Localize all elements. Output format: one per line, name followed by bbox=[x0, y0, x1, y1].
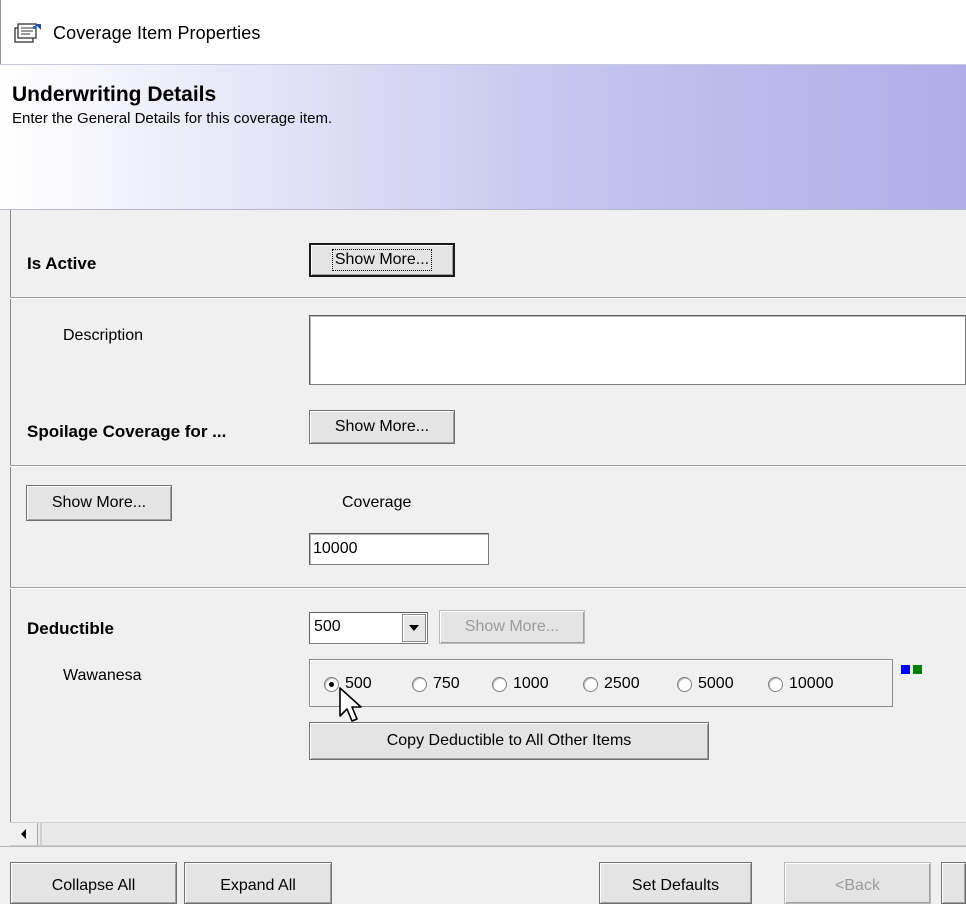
blue-marker bbox=[901, 665, 910, 674]
window-title: Coverage Item Properties bbox=[53, 23, 261, 43]
set-defaults-button[interactable]: Set Defaults bbox=[599, 862, 752, 904]
back-button[interactable]: <Back bbox=[784, 862, 931, 904]
is-active-show-more-button[interactable]: Show More... bbox=[309, 243, 455, 277]
radio-label: 1000 bbox=[513, 675, 549, 692]
button-label: Show More... bbox=[334, 418, 430, 435]
expand-all-button[interactable]: Expand All bbox=[184, 862, 332, 904]
radio-button[interactable] bbox=[677, 676, 692, 692]
button-label: Set Defaults bbox=[631, 877, 720, 894]
description-label: Description bbox=[63, 327, 144, 344]
coverage-label: Coverage bbox=[342, 494, 412, 511]
green-marker bbox=[913, 665, 922, 674]
footer-bar: Collapse All Expand All Set Defaults <Ba… bbox=[0, 846, 966, 904]
separator bbox=[10, 297, 966, 299]
radio-button[interactable] bbox=[324, 676, 339, 692]
description-field[interactable] bbox=[309, 315, 966, 385]
coverage-input[interactable]: 10000 bbox=[309, 533, 489, 565]
carrier-label: Wawanesa bbox=[63, 667, 142, 684]
page-subtitle: Enter the General Details for this cover… bbox=[12, 110, 333, 127]
deductible-selected-value: 500 bbox=[314, 618, 341, 635]
radio-option-500[interactable]: 500 bbox=[324, 675, 372, 693]
button-label: Collapse All bbox=[51, 877, 136, 894]
radio-label: 2500 bbox=[604, 675, 640, 692]
button-label: Show More... bbox=[464, 618, 560, 635]
is-active-label: Is Active bbox=[27, 254, 97, 273]
radio-option-2500[interactable]: 2500 bbox=[583, 675, 640, 693]
button-label: Copy Deductible to All Other Items bbox=[386, 732, 632, 749]
horizontal-scrollbar[interactable] bbox=[10, 822, 966, 846]
radio-option-750[interactable]: 750 bbox=[412, 675, 460, 693]
deductible-show-more-button[interactable]: Show More... bbox=[439, 610, 585, 644]
copy-deductible-button[interactable]: Copy Deductible to All Other Items bbox=[309, 722, 709, 760]
radio-option-10000[interactable]: 10000 bbox=[768, 675, 834, 693]
separator bbox=[10, 587, 966, 589]
button-label: <Back bbox=[835, 877, 880, 894]
arrow-left-icon bbox=[20, 829, 26, 839]
radio-option-1000[interactable]: 1000 bbox=[492, 675, 549, 693]
deductible-label: Deductible bbox=[27, 619, 114, 638]
button-label: Expand All bbox=[220, 877, 296, 894]
header-banner: Underwriting Details Enter the General D… bbox=[0, 64, 966, 210]
spoilage-show-more-button[interactable]: Show More... bbox=[309, 410, 455, 444]
left-margin bbox=[0, 210, 10, 822]
radio-label: 500 bbox=[345, 675, 372, 692]
radio-option-5000[interactable]: 5000 bbox=[677, 675, 734, 693]
collapse-all-button[interactable]: Collapse All bbox=[10, 862, 177, 904]
coverage-show-more-button[interactable]: Show More... bbox=[26, 485, 172, 521]
radio-label: 5000 bbox=[698, 675, 734, 692]
radio-button[interactable] bbox=[768, 676, 783, 692]
radio-button[interactable] bbox=[492, 676, 507, 692]
deductible-radio-group: 500 750 1000 2500 5000 10000 bbox=[309, 659, 893, 707]
next-button[interactable] bbox=[941, 862, 966, 904]
spoilage-coverage-label: Spoilage Coverage for ... bbox=[27, 422, 227, 441]
radio-label: 750 bbox=[433, 675, 460, 692]
scroll-thumb[interactable] bbox=[40, 823, 42, 845]
chevron-down-icon[interactable] bbox=[402, 614, 426, 642]
scroll-left-button[interactable] bbox=[10, 823, 38, 845]
button-label: Show More... bbox=[331, 249, 433, 271]
radio-label: 10000 bbox=[789, 675, 834, 692]
radio-button[interactable] bbox=[412, 676, 427, 692]
properties-icon bbox=[14, 23, 41, 43]
deductible-select[interactable]: 500 bbox=[309, 612, 428, 644]
radio-button[interactable] bbox=[583, 676, 598, 692]
title-bar: Coverage Item Properties bbox=[0, 0, 966, 64]
button-label: Show More... bbox=[51, 494, 147, 511]
page-title: Underwriting Details bbox=[12, 83, 217, 106]
separator bbox=[10, 465, 966, 467]
